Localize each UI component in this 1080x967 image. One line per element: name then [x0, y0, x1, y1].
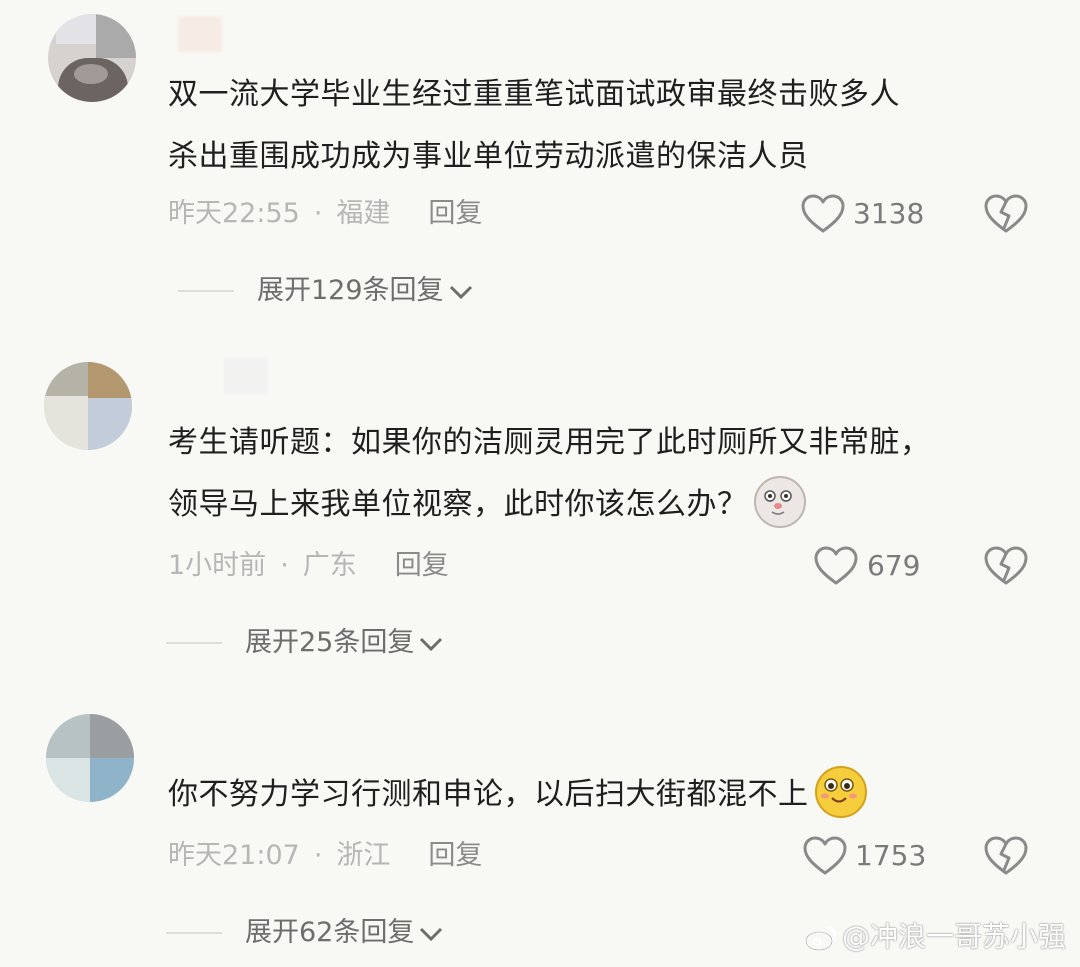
expand-replies-label: 展开129条回复	[257, 275, 444, 306]
comment-text: 你不努力学习行测和申论，以后扫大街都混不上	[168, 764, 867, 826]
like-count: 1753	[855, 839, 927, 872]
broken-heart-icon[interactable]	[984, 194, 1028, 234]
comment-meta: 1小时前 · 广东 回复	[168, 546, 449, 586]
location: 广东	[302, 550, 357, 581]
separator: ·	[313, 840, 323, 871]
chevron-down-icon	[420, 927, 443, 941]
smile-face-emoji	[814, 765, 867, 818]
broken-heart-icon[interactable]	[984, 546, 1028, 586]
separator: ·	[280, 550, 289, 581]
comment-meta: 昨天21:07 · 浙江 回复	[168, 836, 482, 876]
comment-text: 双一流大学毕业生经过重重笔试面试政审最终击败多人 杀出重围成功成为事业单位劳动派…	[168, 77, 900, 174]
timestamp: 昨天22:55	[168, 198, 300, 229]
reply-button[interactable]: 回复	[428, 198, 482, 229]
reply-button[interactable]: 回复	[428, 840, 482, 871]
comment-meta: 昨天22:55 · 福建 回复	[168, 194, 482, 234]
expand-replies-label: 展开25条回复	[245, 627, 415, 658]
heart-outline-icon[interactable]	[803, 836, 847, 876]
heart-outline-icon[interactable]	[801, 194, 845, 234]
expand-divider	[166, 932, 222, 934]
comment-text: 考生请听题：如果你的洁厕灵用完了此时厕所又非常脏， 领导马上来我单位视察，此时你…	[168, 412, 931, 536]
avatar[interactable]	[48, 14, 136, 102]
like-count: 679	[867, 549, 921, 582]
weibo-logo-icon	[804, 926, 837, 952]
avatar[interactable]	[44, 362, 132, 450]
avatar[interactable]	[46, 714, 134, 802]
watermark: @冲浪一哥苏小强	[804, 915, 1066, 955]
expand-divider	[166, 642, 222, 644]
separator: ·	[313, 198, 323, 229]
timestamp: 1小时前	[168, 550, 267, 581]
reply-button[interactable]: 回复	[395, 550, 449, 581]
expand-replies-button[interactable]: 展开62条回复	[245, 913, 444, 953]
like-count: 3138	[853, 197, 925, 230]
username-blurred[interactable]	[178, 16, 222, 52]
heart-outline-icon[interactable]	[814, 546, 858, 586]
watermark-text: @冲浪一哥苏小强	[841, 920, 1066, 953]
chevron-down-icon	[449, 285, 472, 299]
expand-replies-button[interactable]: 展开129条回复	[257, 271, 474, 311]
timestamp: 昨天21:07	[168, 840, 300, 871]
expand-divider	[178, 290, 234, 292]
chevron-down-icon	[420, 637, 443, 651]
username-blurred[interactable]	[224, 358, 268, 394]
location: 福建	[336, 198, 391, 229]
expand-replies-label: 展开62条回复	[245, 917, 415, 948]
expand-replies-button[interactable]: 展开25条回复	[245, 623, 444, 663]
location: 浙江	[336, 840, 391, 871]
broken-heart-icon[interactable]	[984, 836, 1028, 876]
cat-face-emoji	[753, 475, 806, 528]
